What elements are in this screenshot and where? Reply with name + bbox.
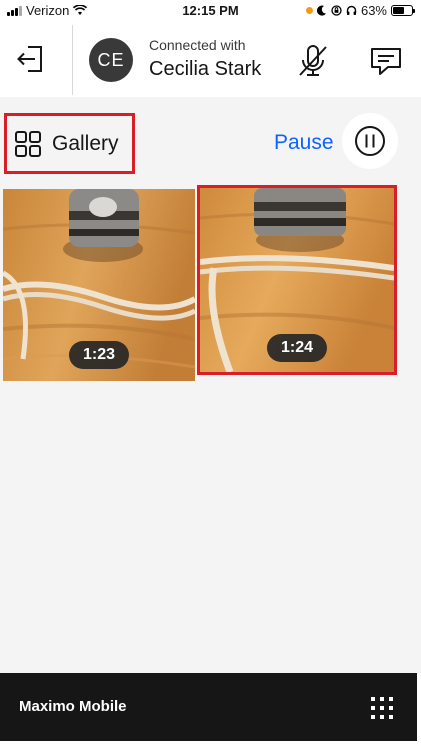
- pause-button[interactable]: [342, 113, 398, 169]
- grid-icon: [15, 130, 41, 157]
- moon-icon: [316, 5, 326, 16]
- gallery-thumbnail-selected[interactable]: 1:24: [197, 185, 397, 375]
- avatar: CE: [89, 38, 133, 82]
- app-footer: Maximo Mobile: [0, 673, 417, 741]
- headphones-icon: [346, 5, 357, 15]
- header-divider: [72, 25, 73, 95]
- connected-label: Connected with: [149, 37, 246, 53]
- battery-icon: [391, 5, 415, 16]
- recording-dot-icon: [305, 7, 313, 14]
- gallery-button[interactable]: Gallery: [4, 113, 135, 174]
- gallery-label: Gallery: [52, 131, 119, 155]
- call-header: CE Connected with Cecilia Stark: [0, 22, 421, 97]
- pause-label[interactable]: Pause: [274, 131, 334, 155]
- chat-icon[interactable]: [368, 44, 404, 78]
- pause-icon: [355, 126, 385, 156]
- video-duration: 1:23: [68, 341, 130, 369]
- gallery-panel: Gallery Pause 1:23 1:24: [0, 97, 421, 673]
- mic-off-icon[interactable]: [296, 44, 330, 78]
- connected-user-name: Cecilia Stark: [149, 58, 262, 80]
- video-duration: 1:24: [266, 334, 328, 362]
- orientation-lock-icon: [331, 5, 342, 16]
- app-name: Maximo Mobile: [19, 698, 127, 715]
- status-right: 63%: [305, 3, 415, 18]
- battery-percent: 63%: [360, 3, 387, 18]
- status-bar: Verizon 12:15 PM 63%: [0, 0, 421, 22]
- gallery-thumbnail[interactable]: 1:23: [3, 189, 195, 381]
- app-switcher-icon[interactable]: [371, 697, 393, 719]
- exit-icon[interactable]: [14, 42, 48, 76]
